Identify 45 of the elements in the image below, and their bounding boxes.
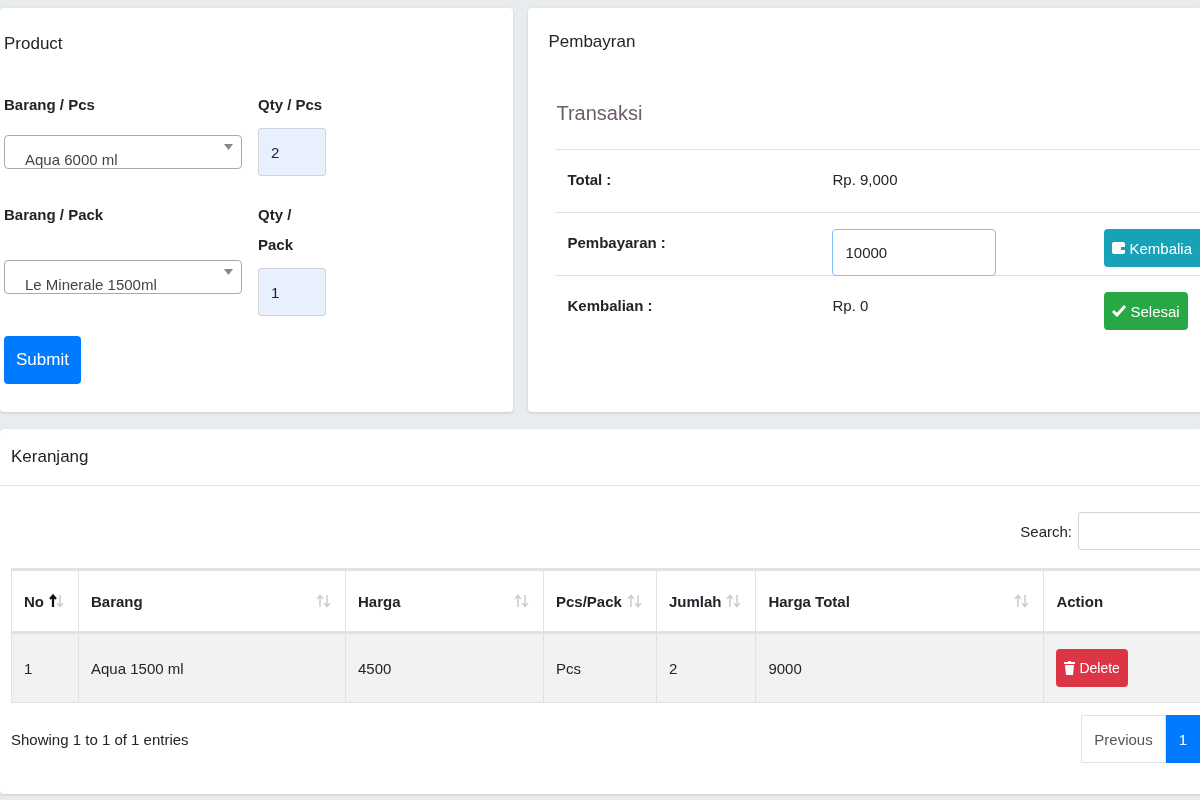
field-label: Qty / Pack [258, 205, 295, 255]
table-cell: 2 [656, 632, 756, 703]
card-title: Keranjang [11, 447, 89, 467]
qty-input[interactable]: 2 [258, 128, 326, 176]
table-cell: 9000 [755, 632, 1044, 703]
payment-input[interactable]: 10000 [832, 229, 997, 276]
entries-info: Showing 1 to 1 of 1 entries [11, 730, 189, 748]
row-label: Kembalian : [566, 296, 654, 316]
table-cell: 1 [11, 632, 79, 703]
table-cell: Pcs [543, 632, 657, 703]
wallet-icon [1112, 241, 1126, 255]
header-text: Pcs/Pack [556, 592, 622, 610]
header-text: No [24, 592, 44, 610]
header-text: Jumlah [668, 592, 722, 610]
item-select[interactable]: Le Minerale 1500ml [4, 260, 242, 294]
submit-button[interactable]: Submit [4, 336, 81, 384]
checkmark-icon [1112, 305, 1127, 317]
caret-icon [224, 269, 233, 275]
header-text: Barang [91, 592, 143, 610]
column-header[interactable]: No [11, 569, 79, 633]
table-cell: Aqua 1500 ml [78, 632, 346, 703]
trash-icon [1064, 661, 1076, 675]
field-label: Barang / Pack [4, 205, 105, 225]
amount-text: Rp. 9,000 [832, 171, 898, 188]
item-select[interactable]: Aqua 6000 ml [4, 135, 242, 169]
sort-icon[interactable] [48, 594, 66, 608]
delete-button[interactable]: Delete [1056, 649, 1128, 687]
section-title: Transaksi [556, 102, 643, 125]
field-label: Qty / Pcs [258, 95, 323, 115]
search-label: Search: [1020, 522, 1072, 540]
search-field[interactable] [1078, 512, 1200, 550]
header-text: Action [1056, 592, 1104, 610]
card-title: Product [4, 34, 63, 54]
row-label: Pembayaran : [566, 233, 667, 253]
table-cell: 4500 [345, 632, 544, 703]
card-title: Pembayran [548, 32, 636, 52]
row-label: Total : [566, 170, 613, 190]
page-button[interactable]: 1 [1165, 715, 1200, 763]
amount-text: Rp. 0 [832, 297, 869, 314]
previous-button[interactable]: Previous [1081, 715, 1166, 763]
caret-icon [224, 144, 233, 150]
header-text: Harga [358, 592, 401, 610]
field-label: Barang / Pcs [4, 95, 96, 115]
header-text: Harga Total [768, 592, 850, 610]
qty-input[interactable]: 1 [258, 268, 326, 316]
